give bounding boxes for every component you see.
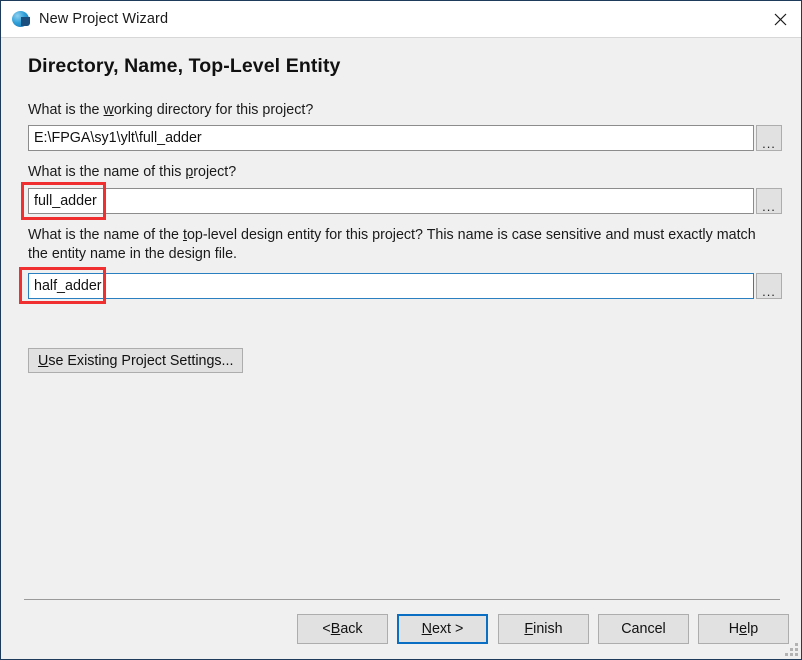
next-button[interactable]: Next > bbox=[397, 614, 488, 644]
project-name-label: What is the name of this project? bbox=[28, 164, 237, 180]
use-existing-project-settings-button[interactable]: Use Existing Project Settings... bbox=[28, 348, 244, 373]
top-level-entity-label: What is the name of the top-level design… bbox=[28, 227, 756, 262]
project-name-browse-button[interactable]: ... bbox=[756, 188, 782, 214]
working-directory-browse-button[interactable]: ... bbox=[756, 125, 782, 151]
quartus-globe-icon bbox=[11, 9, 31, 29]
window-title: New Project Wizard bbox=[39, 11, 169, 27]
title-bar: New Project Wizard bbox=[1, 0, 801, 38]
project-name-input[interactable] bbox=[28, 188, 754, 214]
dialog-footer: < Back Next > Finish Cancel He lp bbox=[2, 599, 801, 659]
resize-grip[interactable] bbox=[785, 643, 798, 656]
new-project-wizard-dialog: New Project Wizard Directory, Name, Top-… bbox=[0, 0, 802, 660]
working-directory-label: What is the working directory for this p… bbox=[28, 102, 314, 118]
back-button[interactable]: < Back bbox=[297, 614, 388, 644]
footer-divider bbox=[24, 599, 780, 600]
finish-button[interactable]: Finish bbox=[498, 614, 589, 644]
help-button[interactable]: He lp bbox=[698, 614, 789, 644]
dialog-body: Directory, Name, Top-Level Entity What i… bbox=[2, 39, 801, 599]
top-level-entity-input[interactable] bbox=[28, 273, 754, 299]
working-directory-input[interactable] bbox=[28, 125, 754, 151]
close-icon[interactable] bbox=[757, 1, 801, 38]
top-level-entity-browse-button[interactable]: ... bbox=[756, 273, 782, 299]
cancel-button[interactable]: Cancel bbox=[598, 614, 689, 644]
page-title: Directory, Name, Top-Level Entity bbox=[28, 55, 341, 77]
